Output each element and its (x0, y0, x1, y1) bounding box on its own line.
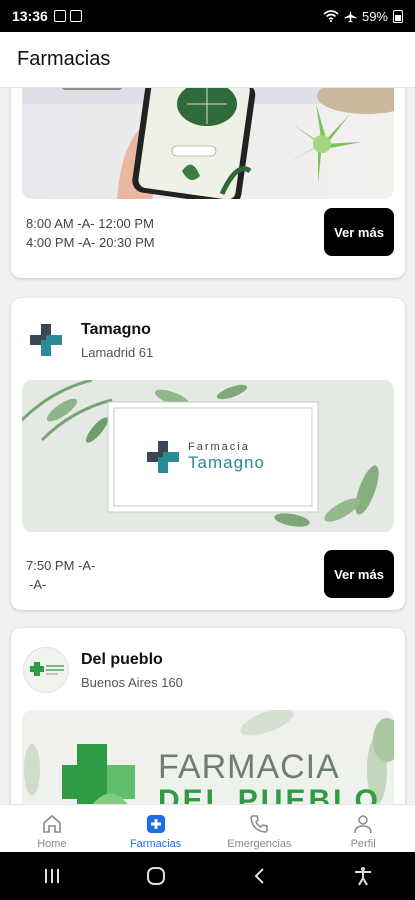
card-header: Tamagno Lamadrid 61 (11, 298, 405, 368)
pharmacy-plus-icon (146, 815, 165, 833)
pharmacy-card: 8:00 AM -A- 12:00 PM 4:00 PM -A- 20:30 P… (11, 88, 405, 278)
ver-mas-button[interactable]: Ver más (324, 550, 394, 598)
nav-label: Farmacias (129, 838, 182, 850)
pharmacy-cross-icon (147, 441, 179, 473)
hours-line: 8:00 AM -A- 12:00 PM (26, 216, 154, 231)
person-icon (354, 815, 372, 834)
banner-word: FARMACIA (158, 748, 340, 786)
back-icon[interactable] (239, 856, 279, 896)
recent-apps-icon[interactable] (32, 856, 72, 896)
opening-hours: 8:00 AM -A- 12:00 PM 4:00 PM -A- 20:30 P… (26, 214, 155, 252)
phone-icon (250, 815, 269, 833)
card-header: Del pueblo Buenos Aires 160 (11, 628, 405, 698)
pharmacy-logo (23, 317, 69, 363)
nav-emergencias[interactable]: Emergencias (208, 805, 312, 852)
battery-icon (393, 9, 403, 23)
nav-label: Perfil (350, 838, 376, 850)
hours-line: 7:50 PM -A- (26, 558, 96, 573)
pharmacy-banner-image: Farmacia Tamagno (22, 380, 394, 532)
home-button-icon[interactable] (136, 856, 176, 896)
pharmacy-banner-image (22, 88, 394, 199)
gallery-notification-icon (53, 10, 66, 22)
hours-line: 4:00 PM -A- 20:30 PM (26, 235, 155, 250)
banner-brand: Farmacia Tamagno (144, 438, 265, 476)
banner-word: DEL PUEBLO (158, 784, 381, 804)
pharmacy-address: Lamadrid 61 (81, 344, 154, 360)
accessibility-icon[interactable] (343, 856, 383, 896)
bottom-navigation: Home Farmacias Emergencias Perfil (0, 804, 415, 852)
banner-word: Tamagno (188, 453, 265, 472)
nav-perfil[interactable]: Perfil (311, 805, 415, 852)
pharmacy-banner-image: FARMACIA DEL PUEBLO (22, 710, 394, 804)
pharmacy-name: Tamagno (81, 320, 151, 338)
nav-label: Home (37, 838, 67, 850)
app-header: Farmacias (0, 32, 415, 88)
hours-line: -A- (29, 577, 47, 592)
nav-label: Emergencias (227, 838, 292, 850)
system-navigation-bar (0, 852, 415, 900)
pharmacy-list[interactable]: 8:00 AM -A- 12:00 PM 4:00 PM -A- 20:30 P… (0, 88, 415, 804)
opening-hours: 7:50 PM -A- -A- (26, 556, 95, 594)
home-icon (43, 814, 61, 833)
battery-percent: 59% (361, 8, 388, 24)
nav-farmacias[interactable]: Farmacias (104, 805, 208, 852)
pharmacy-card: Del pueblo Buenos Aires 160 FARMACIA DEL… (11, 628, 405, 804)
status-right: 59% (323, 9, 403, 24)
page-title: Farmacias (17, 48, 111, 70)
wifi-icon (323, 10, 339, 22)
status-bar: 13:36 59% (0, 0, 415, 32)
app-notification-icon (69, 10, 82, 22)
ver-mas-button[interactable]: Ver más (324, 208, 394, 256)
pharmacy-logo (23, 647, 69, 693)
status-time: 13:36 (12, 8, 48, 24)
pharmacy-name: Del pueblo (81, 650, 163, 668)
banner-word: Farmacia (188, 441, 250, 453)
pharmacy-address: Buenos Aires 160 (81, 674, 183, 690)
nav-home[interactable]: Home (0, 805, 104, 852)
pharmacy-card: Tamagno Lamadrid 61 Farmacia Tamagno 7:5… (11, 298, 405, 610)
notification-icons (53, 10, 82, 22)
airplane-icon (344, 10, 357, 22)
